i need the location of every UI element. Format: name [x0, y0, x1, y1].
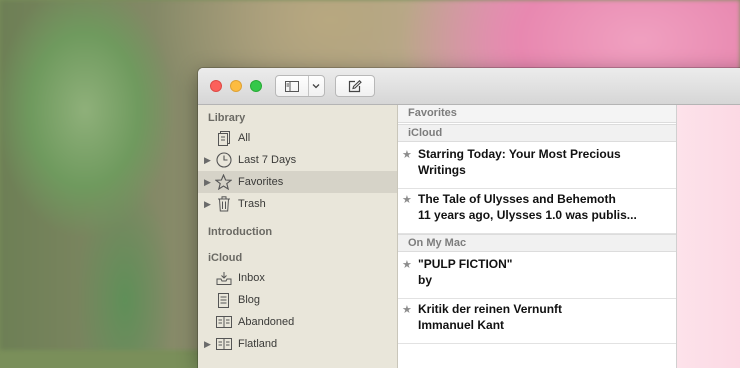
sidebar-icon	[284, 80, 299, 92]
sidebar-item-label: Trash	[238, 198, 266, 210]
sidebar-toggle-control	[275, 75, 325, 97]
sheet-title: Starring Today: Your Most Precious	[418, 147, 621, 161]
sidebar-item-label: Last 7 Days	[238, 154, 297, 166]
list-item[interactable]: ★ Starring Today: Your Most Precious Wri…	[398, 147, 676, 189]
compose-icon	[348, 79, 362, 92]
disclosure-triangle-icon[interactable]: ▶	[204, 177, 211, 188]
app-window: Library All ▶ Last 7 Days ▶ Favorites ▶	[198, 68, 740, 368]
favorite-star-icon: ★	[402, 149, 412, 161]
sidebar-item-label: Flatland	[238, 338, 278, 350]
chevron-down-icon	[312, 84, 320, 89]
sidebar-item-last-7-days[interactable]: ▶ Last 7 Days	[198, 149, 397, 171]
disclosure-triangle-icon[interactable]: ▶	[204, 155, 211, 166]
sidebar-item-label: Blog	[238, 294, 261, 306]
trash-icon	[215, 196, 232, 213]
favorite-star-icon: ★	[402, 259, 412, 271]
list-title: Favorites	[398, 105, 676, 123]
library-sidebar: Library All ▶ Last 7 Days ▶ Favorites ▶	[198, 105, 398, 368]
sidebar-item-label: Favorites	[238, 176, 284, 188]
sheet-excerpt: Writings	[418, 163, 466, 177]
section-header-icloud: iCloud	[398, 124, 676, 142]
sidebar-item-all[interactable]: All	[198, 127, 397, 149]
sidebar-item-blog[interactable]: Blog	[198, 289, 397, 311]
sidebar-item-abandoned[interactable]: Abandoned	[198, 311, 397, 333]
sidebar-item-flatland[interactable]: ▶ Flatland	[198, 333, 397, 355]
favorite-star-icon: ★	[402, 304, 412, 316]
clock-icon	[215, 152, 232, 169]
icloud-heading: iCloud	[208, 252, 243, 264]
disclosure-triangle-icon[interactable]: ▶	[204, 199, 211, 210]
library-heading: Library	[208, 112, 246, 124]
sheet-excerpt: Immanuel Kant	[418, 318, 505, 332]
sidebar-item-trash[interactable]: ▶ Trash	[198, 193, 397, 215]
sidebar-item-inbox[interactable]: Inbox	[198, 267, 397, 289]
sidebar-item-label: Abandoned	[238, 316, 295, 328]
introduction-heading[interactable]: Introduction	[208, 226, 272, 238]
section-header-on-my-mac: On My Mac	[398, 234, 676, 252]
sheet-title: The Tale of Ulysses and Behemoth	[418, 192, 616, 206]
sidebar-item-favorites[interactable]: ▶ Favorites	[198, 171, 397, 193]
sheets-icon	[215, 130, 232, 147]
list-item[interactable]: ★ "PULP FICTION" by	[398, 257, 676, 299]
disclosure-triangle-icon[interactable]: ▶	[204, 339, 211, 350]
star-icon	[215, 174, 232, 191]
sheet-title: "PULP FICTION"	[418, 257, 513, 271]
sheet-list: Favorites iCloud ★ Starring Today: Your …	[398, 105, 677, 368]
sheet-excerpt: 11 years ago, Ulysses 1.0 was publis...	[418, 208, 637, 222]
sidebar-toggle-button[interactable]	[276, 76, 309, 96]
sidebar-item-label: All	[238, 132, 251, 144]
list-item[interactable]: ★ The Tale of Ulysses and Behemoth 11 ye…	[398, 192, 676, 234]
new-sheet-button[interactable]	[335, 75, 375, 97]
zoom-button[interactable]	[250, 80, 262, 92]
title-bar	[198, 68, 740, 105]
close-button[interactable]	[210, 80, 222, 92]
sidebar-item-label: Inbox	[238, 272, 265, 284]
minimize-button[interactable]	[230, 80, 242, 92]
favorite-star-icon: ★	[402, 194, 412, 206]
inbox-icon	[215, 270, 232, 287]
view-options-dropdown[interactable]	[309, 76, 324, 96]
sheet-title: Kritik der reinen Vernunft	[418, 302, 563, 316]
book-icon	[215, 314, 232, 331]
list-item[interactable]: ★ Kritik der reinen Vernunft Immanuel Ka…	[398, 302, 676, 344]
editor-pane[interactable]	[677, 105, 740, 368]
sheet-excerpt: by	[418, 273, 433, 287]
document-icon	[215, 292, 232, 309]
